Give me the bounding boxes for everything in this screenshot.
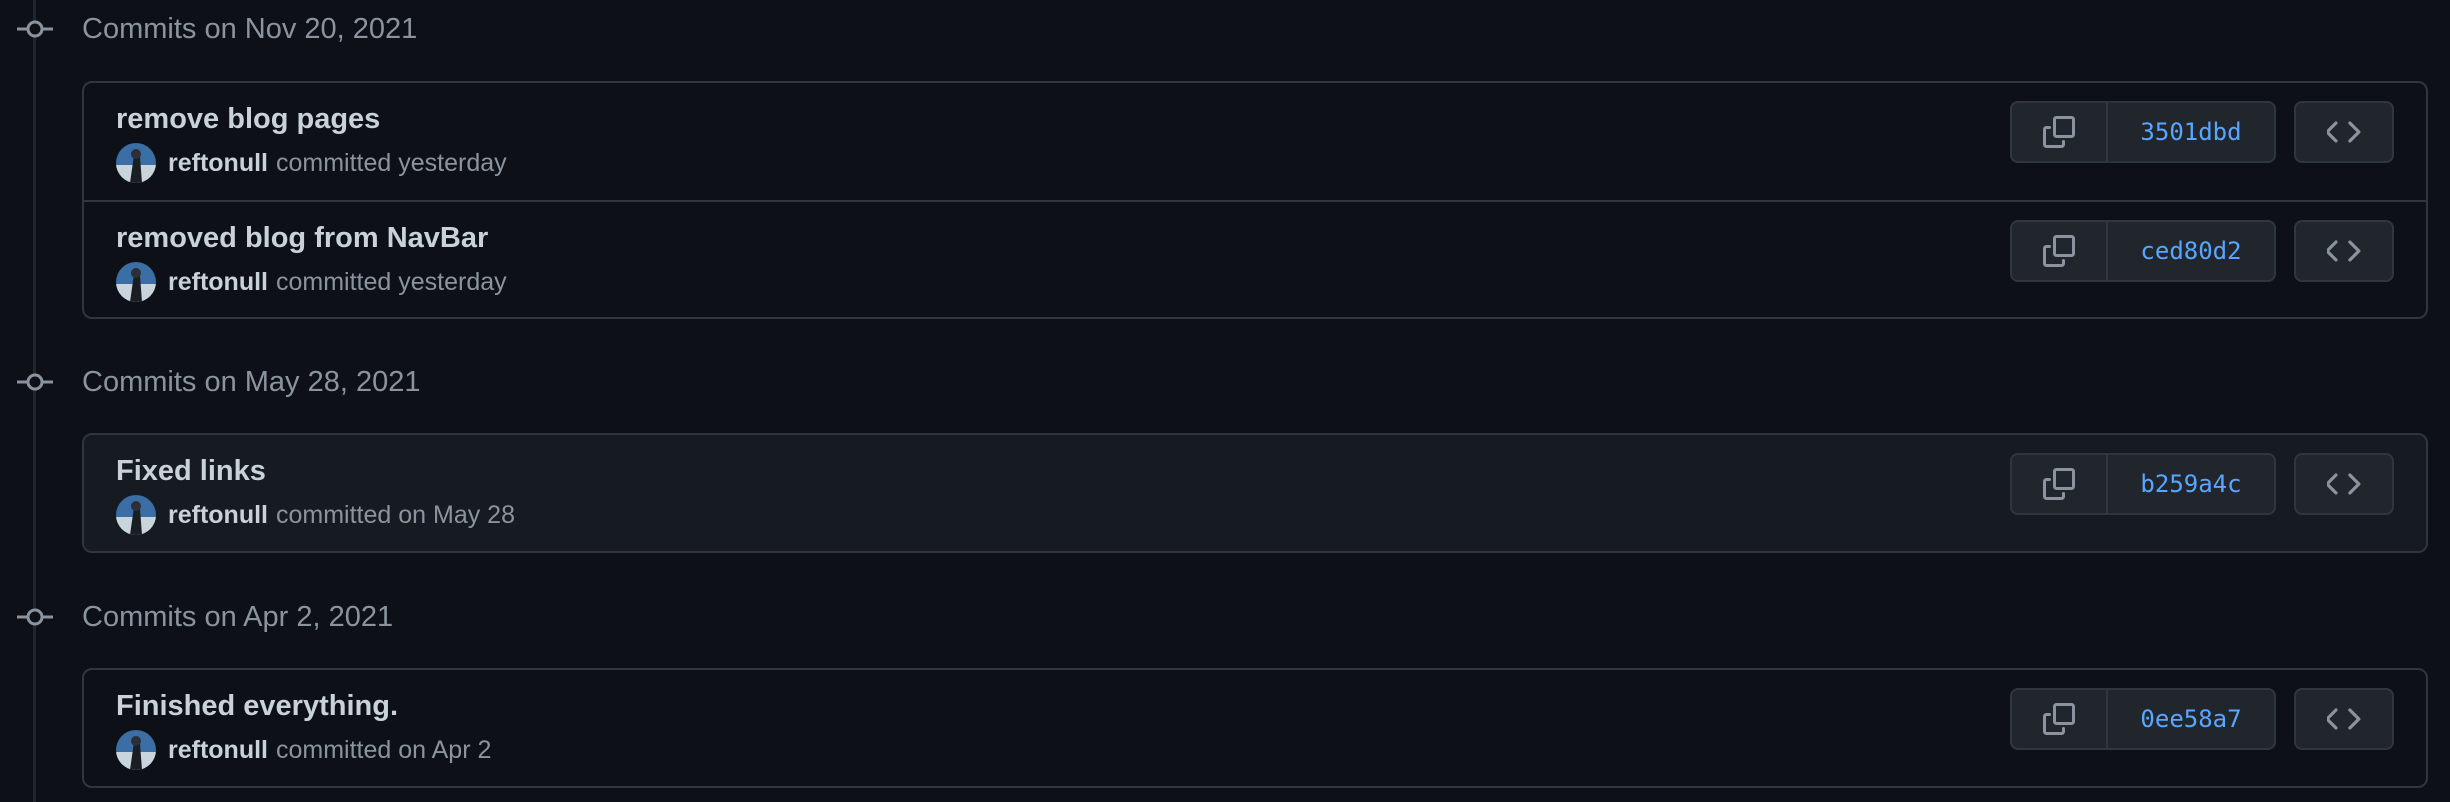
commit-meta: reftonull committed on Apr 2: [116, 730, 491, 770]
code-icon: [2327, 473, 2361, 495]
copy-icon: [2043, 703, 2075, 735]
copy-sha-button[interactable]: [2012, 690, 2108, 748]
commit-list: Finished everything. reftonull committed…: [82, 668, 2428, 788]
commit-row: removed blog from NavBar reftonull commi…: [84, 200, 2426, 317]
copy-icon: [2043, 235, 2075, 267]
copy-sha-button[interactable]: [2012, 455, 2108, 513]
commit-message-link[interactable]: Fixed links: [116, 455, 266, 488]
avatar[interactable]: [116, 262, 156, 302]
commit-sha-link[interactable]: b259a4c: [2108, 455, 2274, 513]
author-link[interactable]: reftonull: [168, 149, 268, 178]
commit-message-link[interactable]: removed blog from NavBar: [116, 222, 488, 255]
browse-repo-button[interactable]: [2294, 688, 2394, 750]
author-link[interactable]: reftonull: [168, 268, 268, 297]
commit-time: committed on May 28: [276, 500, 515, 529]
commit-row: Finished everything. reftonull committed…: [84, 670, 2426, 786]
commit-row: remove blog pages reftonull committed ye…: [84, 83, 2426, 200]
commit-sha-link[interactable]: ced80d2: [2108, 222, 2274, 280]
commit-sha-link[interactable]: 3501dbd: [2108, 103, 2274, 161]
commit-time: committed yesterday: [276, 148, 507, 177]
avatar[interactable]: [116, 143, 156, 183]
git-commit-icon: [14, 597, 56, 637]
copy-sha-button[interactable]: [2012, 222, 2108, 280]
group-title: Commits on May 28, 2021: [82, 366, 421, 398]
browse-repo-button[interactable]: [2294, 101, 2394, 163]
sha-button-group: ced80d2: [2010, 220, 2276, 282]
commit-history: Commits on Nov 20, 2021 remove blog page…: [0, 0, 2450, 802]
git-commit-icon: [14, 9, 56, 49]
sha-button-group: b259a4c: [2010, 453, 2276, 515]
author-link[interactable]: reftonull: [168, 736, 268, 765]
sha-button-group: 0ee58a7: [2010, 688, 2276, 750]
commit-time: committed yesterday: [276, 267, 507, 296]
commit-sha-link[interactable]: 0ee58a7: [2108, 690, 2274, 748]
commit-time: committed on Apr 2: [276, 735, 492, 764]
git-commit-icon: [14, 362, 56, 402]
group-title: Commits on Nov 20, 2021: [82, 13, 418, 45]
copy-icon: [2043, 116, 2075, 148]
code-icon: [2327, 708, 2361, 730]
code-icon: [2327, 240, 2361, 262]
avatar[interactable]: [116, 495, 156, 535]
copy-icon: [2043, 468, 2075, 500]
avatar[interactable]: [116, 730, 156, 770]
commit-list: remove blog pages reftonull committed ye…: [82, 81, 2428, 319]
commit-meta: reftonull committed yesterday: [116, 143, 507, 183]
commit-message-link[interactable]: Finished everything.: [116, 690, 398, 723]
sha-button-group: 3501dbd: [2010, 101, 2276, 163]
code-icon: [2327, 121, 2361, 143]
commit-meta: reftonull committed on May 28: [116, 495, 515, 535]
commit-message-link[interactable]: remove blog pages: [116, 103, 380, 136]
commit-meta: reftonull committed yesterday: [116, 262, 507, 302]
browse-repo-button[interactable]: [2294, 453, 2394, 515]
commit-list: Fixed links reftonull committed on May 2…: [82, 433, 2428, 553]
group-title: Commits on Apr 2, 2021: [82, 601, 394, 633]
author-link[interactable]: reftonull: [168, 501, 268, 530]
commit-row: Fixed links reftonull committed on May 2…: [84, 435, 2426, 551]
browse-repo-button[interactable]: [2294, 220, 2394, 282]
copy-sha-button[interactable]: [2012, 103, 2108, 161]
